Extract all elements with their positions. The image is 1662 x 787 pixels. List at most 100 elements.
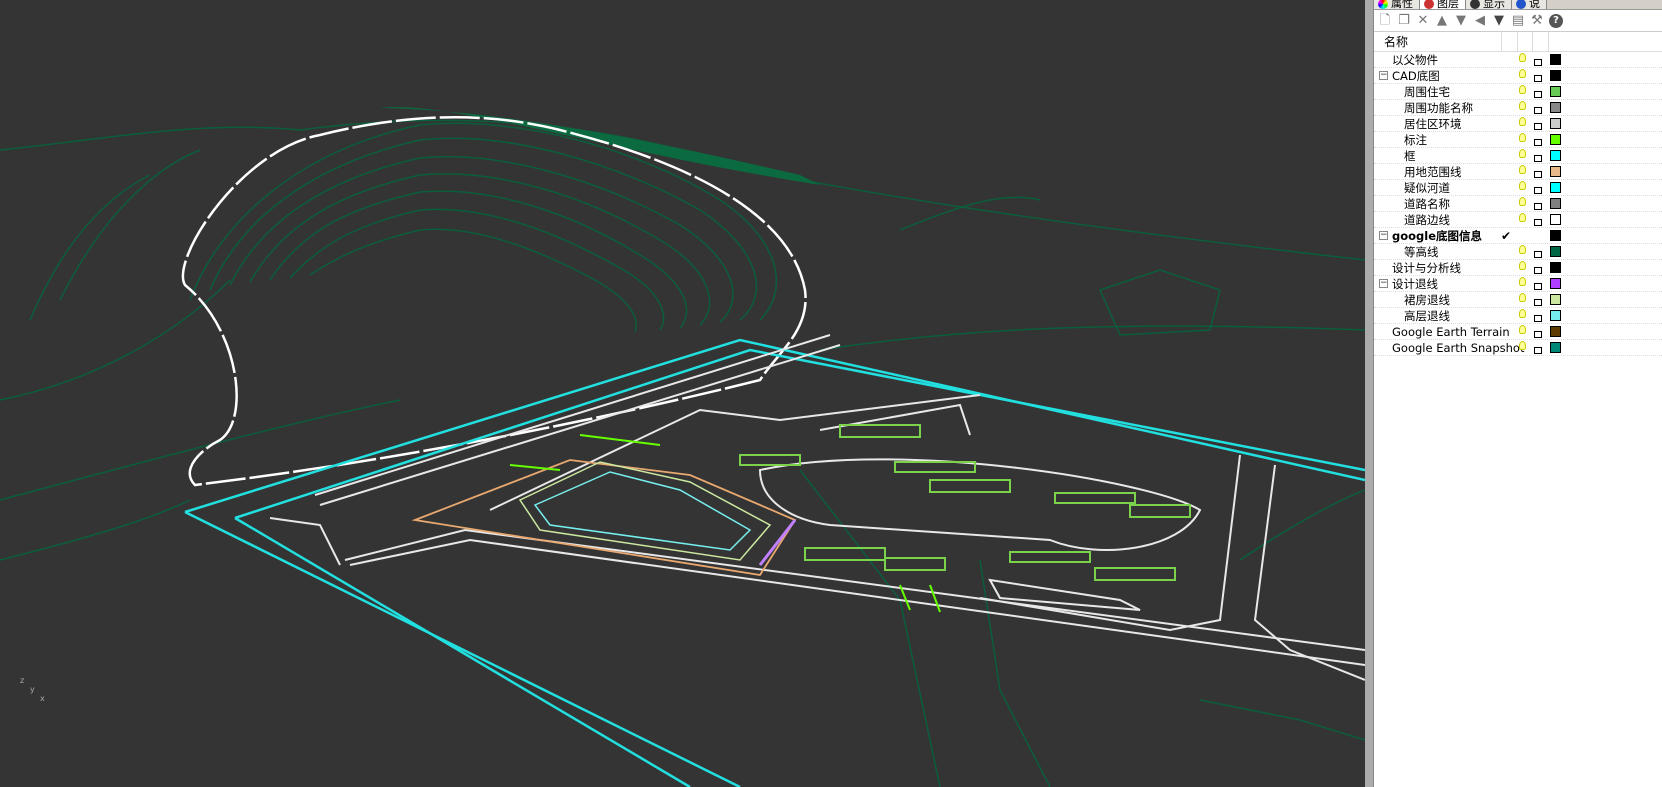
unlock-icon[interactable] [1534, 331, 1542, 338]
move-up-icon[interactable]: ▲ [1435, 13, 1449, 28]
layer-color-swatch[interactable] [1550, 230, 1561, 241]
layer-name: 以父物件 [1392, 53, 1438, 67]
lightbulb-icon[interactable] [1519, 85, 1526, 94]
layer-row[interactable]: − 设计退线 [1374, 276, 1662, 292]
help-icon[interactable]: ? [1549, 13, 1563, 28]
lightbulb-icon[interactable] [1519, 325, 1526, 334]
unlock-icon[interactable] [1534, 299, 1542, 306]
tab-layers[interactable]: 图层 [1420, 0, 1466, 9]
lightbulb-icon[interactable] [1519, 69, 1526, 78]
unlock-icon[interactable] [1534, 91, 1542, 98]
layer-color-swatch[interactable] [1550, 198, 1561, 209]
lightbulb-icon[interactable] [1519, 197, 1526, 206]
new-layer-icon[interactable]: 🗋 [1378, 13, 1392, 28]
delete-icon[interactable]: ✕ [1416, 13, 1430, 28]
layer-row[interactable]: Google Earth Snapshot [1374, 340, 1662, 356]
layer-color-swatch[interactable] [1550, 278, 1561, 289]
tab-help[interactable]: 说 [1512, 0, 1547, 9]
layer-row[interactable]: 裙房退线 [1374, 292, 1662, 308]
layer-row[interactable]: 周围功能名称 [1374, 100, 1662, 116]
lightbulb-icon[interactable] [1519, 133, 1526, 142]
unlock-icon[interactable] [1534, 123, 1542, 130]
unlock-icon[interactable] [1534, 139, 1542, 146]
layer-row[interactable]: 居住区环境 [1374, 116, 1662, 132]
unlock-icon[interactable] [1534, 171, 1542, 178]
unlock-icon[interactable] [1534, 107, 1542, 114]
layer-row[interactable]: − CAD底图 [1374, 68, 1662, 84]
collapse-icon[interactable]: − [1379, 71, 1388, 80]
lightbulb-icon[interactable] [1519, 213, 1526, 222]
unlock-icon[interactable] [1534, 59, 1542, 66]
tab-label: 显示 [1483, 0, 1505, 10]
layer-color-swatch[interactable] [1550, 54, 1561, 65]
layer-row[interactable]: 以父物件 [1374, 52, 1662, 68]
move-down-icon[interactable]: ▼ [1454, 13, 1468, 28]
layer-color-swatch[interactable] [1550, 310, 1561, 321]
layer-row[interactable]: 周围住宅 [1374, 84, 1662, 100]
layer-row[interactable]: 设计与分析线 [1374, 260, 1662, 276]
layer-name: 裙房退线 [1404, 293, 1450, 307]
3d-viewport[interactable]: z y x [0, 0, 1365, 787]
tab-properties[interactable]: 属性 [1374, 0, 1420, 9]
tab-display[interactable]: 显示 [1466, 0, 1512, 9]
layer-row[interactable]: 等高线 [1374, 244, 1662, 260]
lightbulb-icon[interactable] [1519, 181, 1526, 190]
layer-row[interactable]: 道路名称 [1374, 196, 1662, 212]
current-layer-check: ✔ [1501, 229, 1512, 243]
unlock-icon[interactable] [1534, 187, 1542, 194]
document-icon[interactable]: ▤ [1511, 13, 1525, 28]
layer-row[interactable]: − google底图信息 ✔ [1374, 228, 1662, 244]
layer-color-swatch[interactable] [1550, 134, 1561, 145]
layer-color-swatch[interactable] [1550, 214, 1561, 225]
unlock-icon[interactable] [1534, 267, 1542, 274]
layer-color-swatch[interactable] [1550, 326, 1561, 337]
layer-color-swatch[interactable] [1550, 262, 1561, 273]
new-sublayer-icon[interactable]: ❐ [1397, 13, 1411, 28]
layer-color-swatch[interactable] [1550, 150, 1561, 161]
layer-color-swatch[interactable] [1550, 342, 1561, 353]
layer-color-swatch[interactable] [1550, 86, 1561, 97]
axis-gizmo: z y x [20, 676, 45, 703]
unlock-icon[interactable] [1534, 347, 1542, 354]
lightbulb-icon[interactable] [1519, 277, 1526, 286]
layer-color-swatch[interactable] [1550, 294, 1561, 305]
collapse-icon[interactable]: − [1379, 279, 1388, 288]
layer-row[interactable]: 标注 [1374, 132, 1662, 148]
layer-color-swatch[interactable] [1550, 70, 1561, 81]
column-name-label: 名称 [1384, 35, 1409, 49]
unlock-icon[interactable] [1534, 155, 1542, 162]
lightbulb-icon[interactable] [1519, 149, 1526, 158]
collapse-icon[interactable]: − [1379, 231, 1388, 240]
layer-color-swatch[interactable] [1550, 102, 1561, 113]
layer-row[interactable]: 用地范围线 [1374, 164, 1662, 180]
unlock-icon[interactable] [1534, 219, 1542, 226]
layer-color-swatch[interactable] [1550, 166, 1561, 177]
layer-row[interactable]: Google Earth Terrain [1374, 324, 1662, 340]
layer-row[interactable]: 道路边线 [1374, 212, 1662, 228]
lightbulb-icon[interactable] [1519, 261, 1526, 270]
lightbulb-icon[interactable] [1519, 53, 1526, 62]
layer-row[interactable]: 疑似河道 [1374, 180, 1662, 196]
filter-icon[interactable]: ▼ [1492, 13, 1506, 28]
unlock-icon[interactable] [1534, 283, 1542, 290]
layer-color-swatch[interactable] [1550, 182, 1561, 193]
unlock-icon[interactable] [1534, 203, 1542, 210]
lightbulb-icon[interactable] [1519, 309, 1526, 318]
lightbulb-icon[interactable] [1519, 165, 1526, 174]
layer-row[interactable]: 高层退线 [1374, 308, 1662, 324]
lightbulb-icon[interactable] [1519, 245, 1526, 254]
lightbulb-icon[interactable] [1519, 293, 1526, 302]
unlock-icon[interactable] [1534, 251, 1542, 258]
lightbulb-icon[interactable] [1519, 117, 1526, 126]
layer-row[interactable]: 框 [1374, 148, 1662, 164]
layer-color-swatch[interactable] [1550, 246, 1561, 257]
tools-icon[interactable]: ⚒ [1530, 13, 1544, 28]
lightbulb-icon[interactable] [1519, 341, 1526, 350]
layer-color-swatch[interactable] [1550, 118, 1561, 129]
axis-z-label: z [20, 676, 25, 685]
unlock-icon[interactable] [1534, 315, 1542, 322]
layer-name: 用地范围线 [1404, 165, 1462, 179]
move-left-icon[interactable]: ◀ [1473, 13, 1487, 28]
unlock-icon[interactable] [1534, 75, 1542, 82]
lightbulb-icon[interactable] [1519, 101, 1526, 110]
